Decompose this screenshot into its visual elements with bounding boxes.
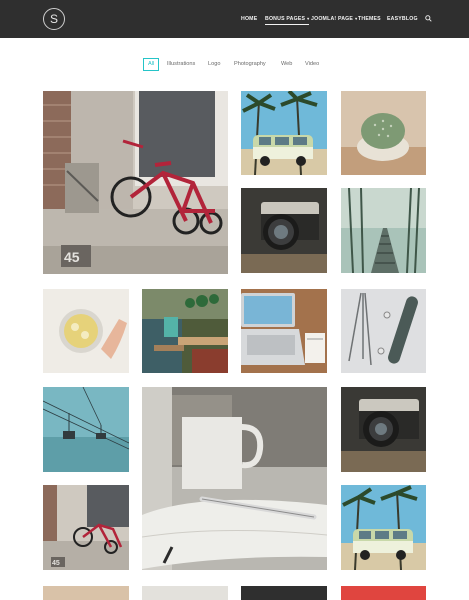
filter-illustrations[interactable]: Illustrations — [167, 58, 195, 71]
nav-item-joomla-page[interactable]: JOOMLA! PAGE ▾ — [311, 14, 357, 24]
gallery-item-partial[interactable] — [341, 586, 426, 600]
tricycle-photo-2: 45 — [43, 485, 129, 570]
nav-item-label: THEMES — [358, 16, 381, 22]
gallery-item-laptop[interactable] — [241, 289, 327, 373]
gallery-item-partial[interactable] — [142, 586, 228, 600]
filter-web[interactable]: Web — [281, 58, 292, 71]
nav-item-label: JOOMLA! PAGE — [311, 16, 354, 22]
svg-text:45: 45 — [52, 560, 60, 567]
gallery-item-notebook[interactable] — [142, 387, 327, 570]
site-logo[interactable]: S — [43, 8, 65, 30]
nav-item-label: EASYBLOG — [387, 16, 418, 22]
chevron-down-icon: ▾ — [307, 16, 310, 21]
tricycle-photo: 45 — [43, 91, 228, 274]
van-photo — [241, 91, 327, 175]
gallery-item-skateboard[interactable] — [341, 289, 426, 373]
gallery-item-camera-2[interactable] — [341, 387, 426, 472]
skateboard-photo — [341, 289, 426, 373]
nav-item-label: BONUS PAGES — [265, 16, 306, 22]
nav-item-home[interactable]: HOME — [241, 14, 257, 24]
filter-logo[interactable]: Logo — [208, 58, 220, 71]
gallery-item-camera[interactable] — [241, 188, 327, 273]
portfolio-filters: All Illustrations Logo Photography Web V… — [0, 58, 469, 71]
notebook-photo — [142, 387, 327, 570]
nav-item-easyblog[interactable]: EASYBLOG — [387, 14, 418, 24]
gallery-item-cactus[interactable] — [341, 91, 426, 175]
filter-all[interactable]: All — [143, 58, 160, 71]
cactus-photo — [341, 91, 426, 175]
filter-photography[interactable]: Photography — [234, 58, 266, 71]
gallery-item-tea[interactable] — [43, 289, 129, 373]
gallery-item-cable-cars[interactable] — [43, 387, 129, 472]
van-photo-2 — [341, 485, 426, 570]
svg-text:45: 45 — [64, 249, 80, 265]
cafe-photo — [142, 289, 228, 373]
filter-video[interactable]: Video — [305, 58, 319, 71]
camera-photo-2 — [341, 387, 426, 472]
gallery-item-forest[interactable] — [341, 188, 426, 273]
gallery-item-partial[interactable] — [241, 586, 327, 600]
gallery-item-cafe[interactable] — [142, 289, 228, 373]
gallery-item-tricycle-2[interactable]: 45 — [43, 485, 129, 570]
gallery-item-partial[interactable] — [43, 586, 129, 600]
chevron-down-icon: ▾ — [355, 16, 358, 21]
cable-cars-photo — [43, 387, 129, 472]
camera-photo — [241, 188, 327, 273]
nav-item-bonus-pages[interactable]: BONUS PAGES ▾ — [265, 14, 310, 25]
laptop-photo — [241, 289, 327, 373]
tea-photo — [43, 289, 129, 373]
nav-item-themes[interactable]: THEMES — [358, 14, 381, 24]
site-header: S HOME BONUS PAGES ▾ JOOMLA! PAGE ▾ THEMES… — [0, 0, 469, 38]
gallery-item-van-2[interactable] — [341, 485, 426, 570]
forest-photo — [341, 188, 426, 273]
search-icon[interactable] — [425, 15, 432, 22]
gallery-item-tricycle[interactable]: 45 — [43, 91, 228, 274]
nav-item-label: HOME — [241, 16, 258, 22]
gallery-item-van[interactable] — [241, 91, 327, 175]
